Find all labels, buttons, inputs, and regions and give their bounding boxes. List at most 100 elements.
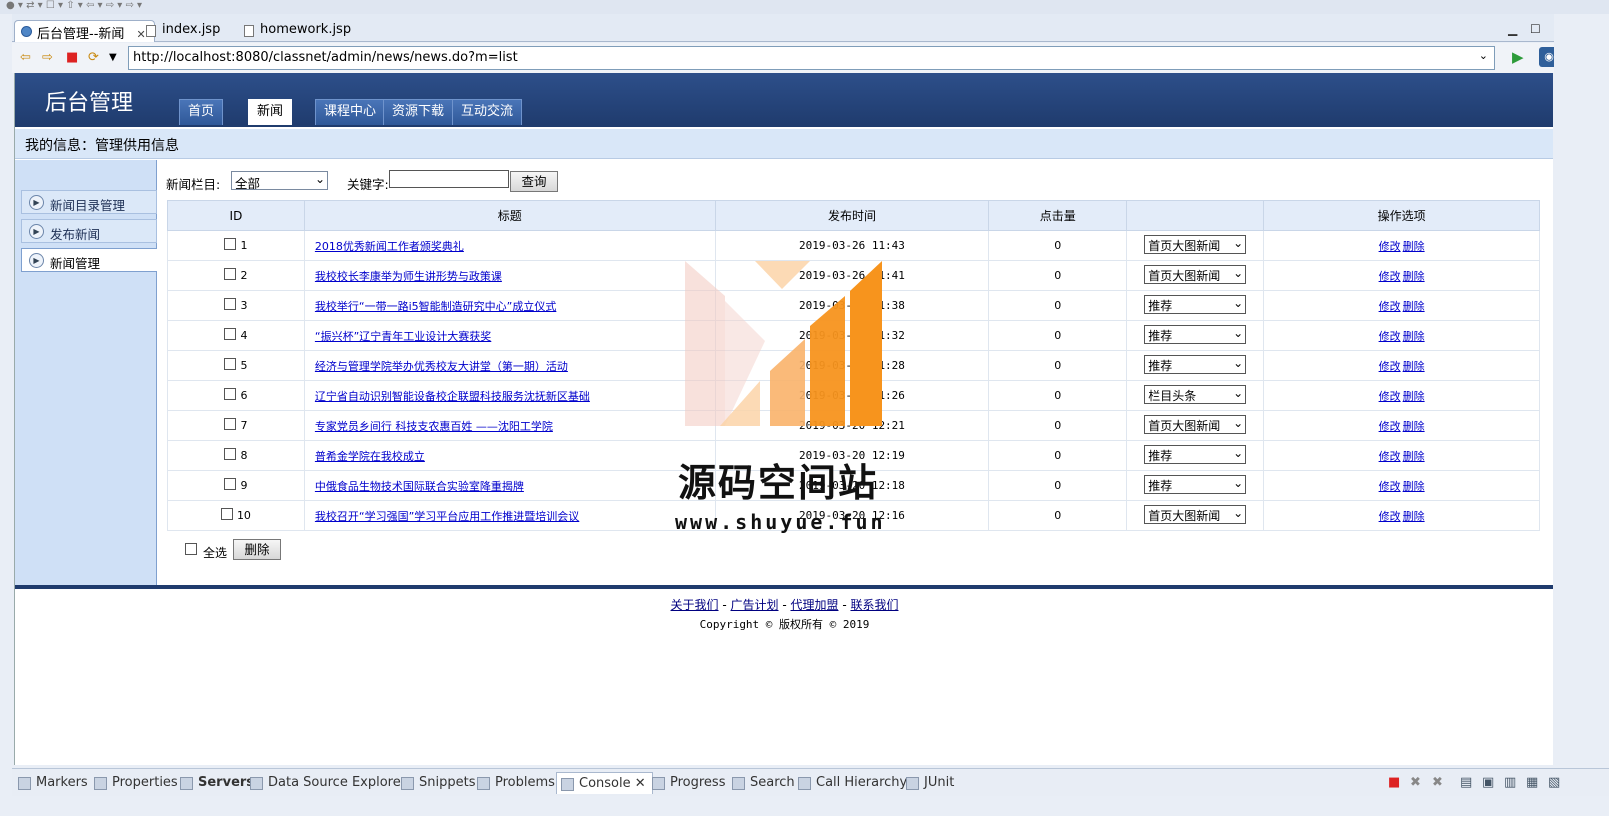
chevron-down-icon[interactable]: ⌄ [1479,49,1488,62]
news-type-select[interactable]: 推荐 ⌄ [1144,324,1247,344]
delete-link[interactable]: 删除 [1403,240,1425,253]
footer-link-contact[interactable]: 联系我们 [850,598,898,612]
edit-link[interactable]: 修改 [1379,450,1401,463]
close-icon[interactable]: ✕ [635,776,646,791]
news-type-select[interactable]: 首页大图新闻 ⌄ [1144,414,1247,434]
display-console-icon[interactable]: ▦ [1526,775,1538,790]
category-select[interactable]: 全部 ⌄ [231,171,328,190]
pin-console-icon[interactable]: ▥ [1504,775,1516,790]
edit-link[interactable]: 修改 [1379,480,1401,493]
row-checkbox[interactable] [224,388,237,400]
nav-tab-downloads[interactable]: 资源下载 [383,99,454,125]
tab-data-source-explorer[interactable]: Data Source Explorer [250,775,406,790]
tab-snippets[interactable]: Snippets [401,775,475,790]
go-icon[interactable]: ▶ [1512,48,1524,66]
news-title-link[interactable]: 我校召开“学习强国”学习平台应用工作推进暨培训会议 [315,510,579,523]
chevron-down-icon[interactable]: ▼ [109,52,117,63]
news-title-link[interactable]: 普希金学院在我校成立 [315,450,425,463]
tab-console[interactable]: Console ✕ [556,772,653,794]
delete-link[interactable]: 删除 [1403,420,1425,433]
nav-tab-courses[interactable]: 课程中心 [315,99,386,125]
tab-properties[interactable]: Properties [94,775,178,790]
tab-markers[interactable]: Markers [18,775,88,790]
edit-link[interactable]: 修改 [1379,330,1401,343]
search-button[interactable]: 查询 [510,171,558,192]
row-checkbox[interactable] [224,478,237,490]
tab-problems[interactable]: Problems [477,775,555,790]
minimize-icon[interactable]: ▁ [1508,22,1517,36]
edit-link[interactable]: 修改 [1379,240,1401,253]
news-title-link[interactable]: “振兴杯”辽宁青年工业设计大赛获奖 [315,330,491,343]
news-title-link[interactable]: 经济与管理学院举办优秀校友大讲堂（第一期）活动 [315,360,568,373]
footer-link-agency[interactable]: 代理加盟 [790,598,838,612]
stop-icon[interactable]: ■ [66,50,78,65]
news-title-link[interactable]: 辽宁省自动识别智能设备校企联盟科技服务沈抚新区基础 [315,390,590,403]
edit-link[interactable]: 修改 [1379,390,1401,403]
keyword-input[interactable] [389,170,509,188]
delete-link[interactable]: 删除 [1403,510,1425,523]
edit-link[interactable]: 修改 [1379,300,1401,313]
news-title-link[interactable]: 中俄食品生物技术国际联合实验室降重揭牌 [315,480,524,493]
delete-link[interactable]: 删除 [1403,270,1425,283]
delete-link[interactable]: 删除 [1403,390,1425,403]
row-checkbox[interactable] [220,508,233,520]
edit-link[interactable]: 修改 [1379,510,1401,523]
edit-link[interactable]: 修改 [1379,360,1401,373]
tab-admin-news[interactable]: 后台管理--新闻 ✕ [14,20,155,42]
tab-homework-jsp[interactable]: homework.jsp [238,20,359,42]
delete-link[interactable]: 删除 [1403,330,1425,343]
row-checkbox[interactable] [224,328,237,340]
news-title-link[interactable]: 2018优秀新闻工作者颁奖典礼 [315,240,464,253]
row-checkbox[interactable] [224,358,237,370]
sidebar-item-news-manage[interactable]: ▶ 新闻管理 [21,248,157,272]
news-type-select[interactable]: 推荐 ⌄ [1144,444,1247,464]
refresh-icon[interactable]: ⟳ [88,50,99,65]
news-type-select[interactable]: 推荐 ⌄ [1144,354,1247,374]
toolbar-icons[interactable]: ● ▾ ⇄ ▾ ☐ ▾ ⇧ ▾ ⇦ ▾ ⇨ ▾ ⇨ ▾ [6,0,142,11]
forward-icon[interactable]: ⇨ [42,50,53,65]
url-input[interactable]: http://localhost:8080/classnet/admin/new… [128,46,1495,70]
sidebar-item-publish-news[interactable]: ▶ 发布新闻 [21,219,157,243]
news-type-select[interactable]: 栏目头条 ⌄ [1144,384,1247,404]
tab-servers[interactable]: Servers [180,775,254,790]
nav-tab-news[interactable]: 新闻 [248,99,293,125]
news-type-select[interactable]: 首页大图新闻 ⌄ [1144,264,1247,284]
select-all-checkbox[interactable] [185,543,197,555]
back-icon[interactable]: ⇦ [20,50,31,65]
row-checkbox[interactable] [224,418,237,430]
nav-tab-home[interactable]: 首页 [179,99,224,125]
nav-tab-interaction[interactable]: 互动交流 [452,99,523,125]
stop-icon[interactable]: ■ [1388,775,1400,790]
row-checkbox[interactable] [224,238,237,250]
tab-junit[interactable]: JUnit [906,775,954,790]
tab-index-jsp[interactable]: index.jsp [140,20,228,42]
row-checkbox[interactable] [224,448,237,460]
delete-link[interactable]: 删除 [1403,480,1425,493]
remove-all-icon[interactable]: ✖ [1432,775,1443,790]
sidebar-item-news-catalog[interactable]: ▶ 新闻目录管理 [21,190,157,214]
news-title-link[interactable]: 专家党员乡间行 科技支农惠百姓 ——沈阳工学院 [315,420,553,433]
news-title-link[interactable]: 我校校长李康举为师生讲形势与政策课 [315,270,502,283]
tab-search[interactable]: Search [732,775,795,790]
delete-selected-button[interactable]: 删除 [233,539,281,560]
row-checkbox[interactable] [224,298,237,310]
news-type-select[interactable]: 推荐 ⌄ [1144,294,1247,314]
tab-progress[interactable]: Progress [652,775,725,790]
delete-link[interactable]: 删除 [1403,450,1425,463]
news-type-select[interactable]: 首页大图新闻 ⌄ [1144,504,1247,524]
footer-link-about[interactable]: 关于我们 [671,598,719,612]
news-type-select[interactable]: 推荐 ⌄ [1144,474,1247,494]
delete-link[interactable]: 删除 [1403,360,1425,373]
open-console-icon[interactable]: ▧ [1548,775,1560,790]
scroll-lock-icon[interactable]: ▣ [1482,775,1494,790]
row-checkbox[interactable] [224,268,237,280]
news-title-link[interactable]: 我校举行“一带一路i5智能制造研究中心”成立仪式 [315,300,556,313]
footer-link-ads[interactable]: 广告计划 [731,598,779,612]
maximize-icon[interactable]: ☐ [1530,22,1541,36]
edit-link[interactable]: 修改 [1379,270,1401,283]
tab-call-hierarchy[interactable]: Call Hierarchy [798,775,907,790]
delete-link[interactable]: 删除 [1403,300,1425,313]
edit-link[interactable]: 修改 [1379,420,1401,433]
remove-launch-icon[interactable]: ✖ [1410,775,1421,790]
clear-console-icon[interactable]: ▤ [1460,775,1472,790]
